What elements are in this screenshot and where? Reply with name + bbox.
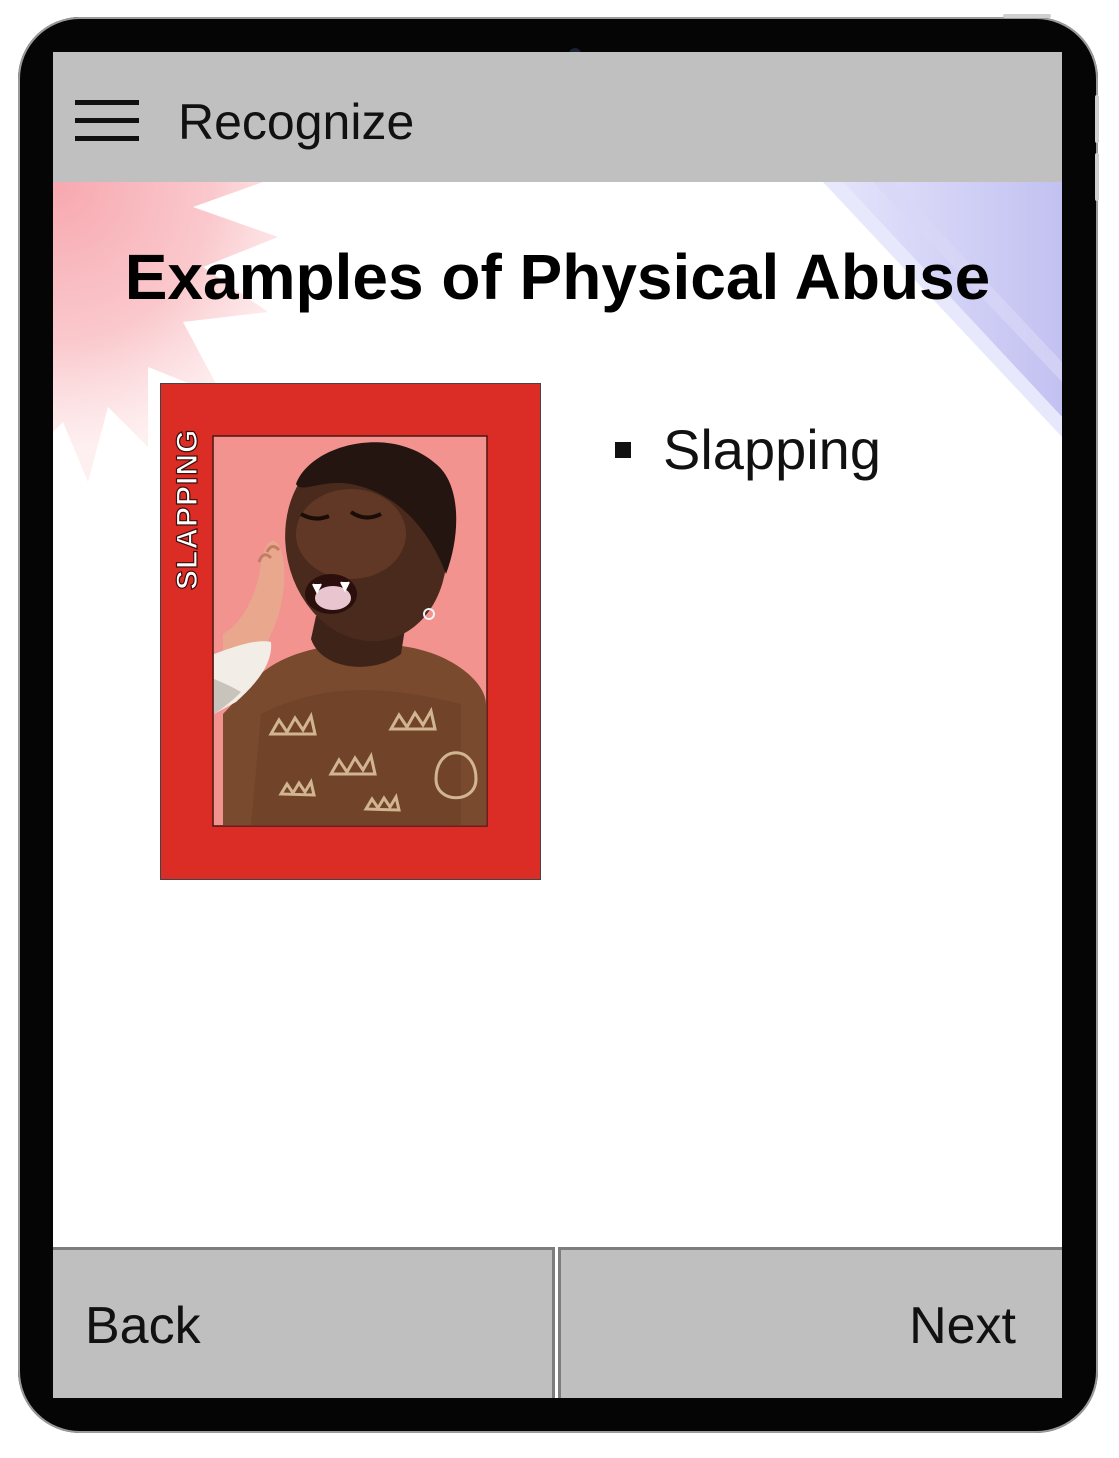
bullet-item: Slapping (613, 412, 881, 488)
back-button[interactable]: Back (53, 1247, 555, 1398)
page-section-title: Recognize (178, 94, 415, 150)
man-being-slapped-photo: SLAPPING (161, 384, 540, 879)
next-button-label: Next (909, 1297, 1016, 1355)
hamburger-line (75, 136, 139, 141)
hamburger-menu-icon (75, 100, 139, 105)
device-volume-down-button (1095, 153, 1099, 201)
back-button-label: Back (85, 1297, 201, 1355)
square-bullet-icon (615, 442, 631, 458)
example-bullet-list: Slapping (613, 412, 881, 488)
app-screen: Recognize Examples of Physical Abuse SLA… (53, 52, 1062, 1398)
slapping-illustration-card: SLAPPING (160, 383, 541, 880)
device-top-button (1003, 14, 1051, 18)
hamburger-menu-button[interactable] (75, 100, 139, 144)
bullet-item-text: Slapping (663, 418, 881, 481)
next-button[interactable]: Next (558, 1247, 1062, 1398)
slide-heading: Examples of Physical Abuse (124, 241, 991, 313)
app-header-bar: Recognize (53, 52, 1062, 182)
device-volume-up-button (1095, 95, 1099, 143)
hamburger-line (75, 118, 139, 123)
photo-frame (212, 435, 488, 827)
card-caption-label: SLAPPING (171, 429, 204, 590)
